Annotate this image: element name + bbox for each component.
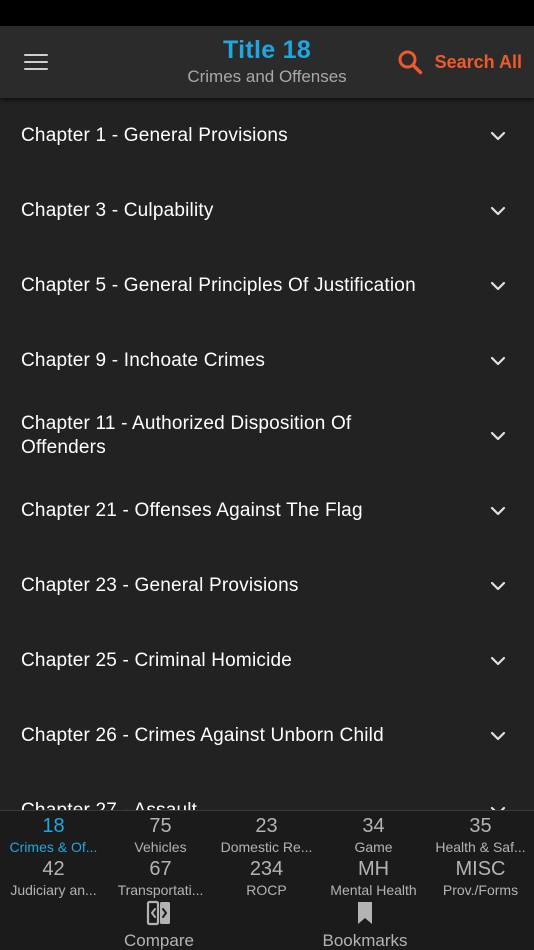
chapter-row[interactable]: Chapter 3 - Culpability <box>0 173 534 248</box>
title-name: Domestic Re... <box>220 839 313 855</box>
chapter-label: Chapter 27 - Assault <box>21 799 198 811</box>
search-all-label: Search All <box>434 51 522 72</box>
search-icon <box>398 50 422 75</box>
title-name: Transportati... <box>117 882 204 898</box>
title-number: 18 <box>42 815 65 837</box>
chapter-label: Chapter 21 - Offenses Against The Flag <box>21 499 363 521</box>
title-tab-mh[interactable]: MH Mental Health <box>320 856 427 898</box>
title-tab-75[interactable]: 75 Vehicles <box>107 813 214 855</box>
app-header: Title 18 Crimes and Offenses Search All <box>0 26 534 98</box>
title-tab-23[interactable]: 23 Domestic Re... <box>213 813 320 855</box>
chapter-row[interactable]: Chapter 9 - Inchoate Crimes <box>0 323 534 398</box>
chevron-down-icon <box>490 731 506 740</box>
title-name: ROCP <box>246 882 287 898</box>
chevron-down-icon <box>490 506 506 515</box>
title-name: Health & Saf... <box>435 839 526 855</box>
bottom-navigation: 18 Crimes & Of... 75 Vehicles 23 Domesti… <box>0 810 534 950</box>
title-number: 67 <box>149 858 172 880</box>
title-tab-42[interactable]: 42 Judiciary an... <box>0 856 107 898</box>
title-name: Vehicles <box>134 839 187 855</box>
title-name: Crimes & Of... <box>9 839 98 855</box>
bookmarks-label: Bookmarks <box>322 931 408 950</box>
title-name: Game <box>354 839 393 855</box>
chapter-row[interactable]: Chapter 25 - Criminal Homicide <box>0 623 534 698</box>
chevron-down-icon <box>490 281 506 290</box>
compare-icon <box>146 900 170 926</box>
chapter-row[interactable]: Chapter 1 - General Provisions <box>0 98 534 173</box>
title-number: 75 <box>149 815 172 837</box>
title-tab-35[interactable]: 35 Health & Saf... <box>427 813 534 855</box>
search-all-button[interactable]: Search All <box>397 48 522 76</box>
title-tab-18[interactable]: 18 Crimes & Of... <box>0 813 107 855</box>
chevron-down-icon <box>490 131 506 140</box>
chapter-row[interactable]: Chapter 5 - General Principles Of Justif… <box>0 248 534 323</box>
title-name: Judiciary an... <box>10 882 97 898</box>
chapter-label: Chapter 11 - Authorized Disposition Of O… <box>21 412 352 458</box>
chapter-row[interactable]: Chapter 21 - Offenses Against The Flag <box>0 473 534 548</box>
title-number: 34 <box>362 815 385 837</box>
title-number: 42 <box>42 858 65 880</box>
title-name: Mental Health <box>330 882 417 898</box>
chapter-label: Chapter 9 - Inchoate Crimes <box>21 349 266 371</box>
chevron-down-icon <box>490 431 506 440</box>
chapter-label: Chapter 26 - Crimes Against Unborn Child <box>21 724 384 746</box>
bookmark-icon <box>358 902 372 924</box>
chevron-down-icon <box>490 581 506 590</box>
chapter-label: Chapter 5 - General Principles Of Justif… <box>21 274 416 296</box>
compare-button[interactable]: Compare <box>89 899 229 950</box>
title-tab-34[interactable]: 34 Game <box>320 813 427 855</box>
compare-label: Compare <box>124 931 194 950</box>
chapter-label: Chapter 3 - Culpability <box>21 199 214 221</box>
title-number: 234 <box>249 858 284 880</box>
title-tab-67[interactable]: 67 Transportati... <box>107 856 214 898</box>
chapter-label: Chapter 1 - General Provisions <box>21 124 288 146</box>
chevron-down-icon <box>490 206 506 215</box>
title-number: MISC <box>455 858 506 880</box>
status-bar <box>0 0 534 26</box>
chevron-down-icon <box>490 356 506 365</box>
chapter-row[interactable]: Chapter 26 - Crimes Against Unborn Child <box>0 698 534 773</box>
title-tab-234[interactable]: 234 ROCP <box>213 856 320 898</box>
title-number: MH <box>357 858 390 880</box>
bookmarks-button[interactable]: Bookmarks <box>295 899 435 950</box>
chapter-list: Chapter 1 - General Provisions Chapter 3… <box>0 98 534 810</box>
chevron-down-icon <box>490 656 506 665</box>
title-tab-misc[interactable]: MISC Prov./Forms <box>427 856 534 898</box>
title-number: 35 <box>469 815 492 837</box>
title-number: 23 <box>255 815 278 837</box>
chapter-label: Chapter 25 - Criminal Homicide <box>21 649 293 671</box>
chapter-row[interactable]: Chapter 27 - Assault <box>0 773 534 810</box>
chapter-row[interactable]: Chapter 23 - General Provisions <box>0 548 534 623</box>
chapter-row[interactable]: Chapter 11 - Authorized Disposition Of O… <box>0 398 534 473</box>
title-name: Prov./Forms <box>442 882 519 898</box>
chapter-label: Chapter 23 - General Provisions <box>21 574 299 596</box>
